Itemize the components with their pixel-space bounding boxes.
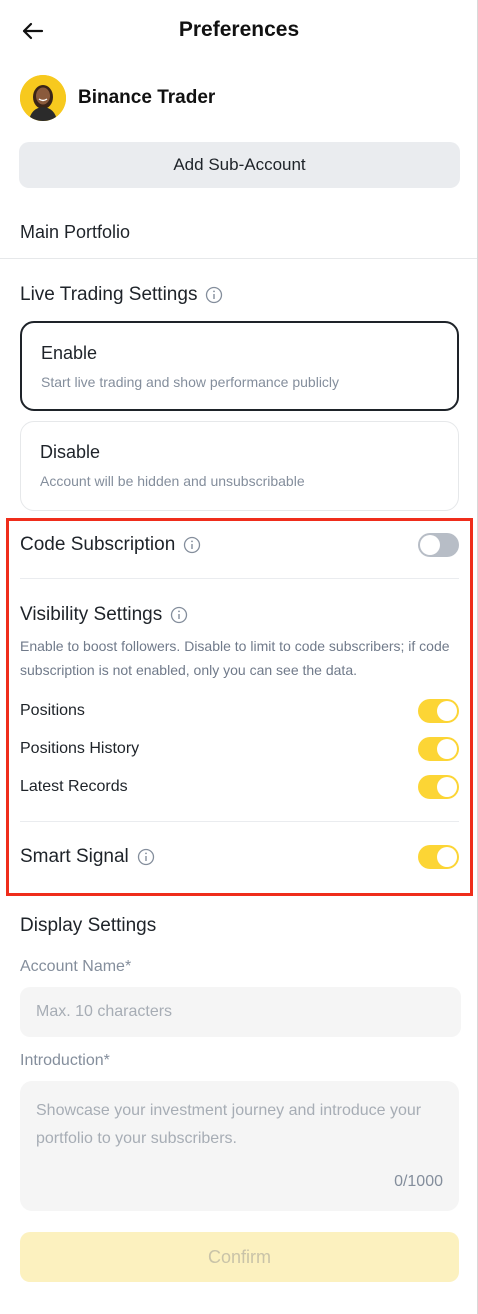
live-trading-disable-option[interactable]: Disable Account will be hidden and unsub… <box>20 421 459 511</box>
character-counter: 0/1000 <box>394 1173 443 1190</box>
divider <box>0 258 478 259</box>
positions-history-toggle[interactable] <box>418 737 459 761</box>
divider <box>20 821 459 822</box>
live-trading-enable-option[interactable]: Enable Start live trading and show perfo… <box>20 321 459 411</box>
header: Preferences <box>0 0 478 64</box>
option-description: Start live trading and show performance … <box>41 374 340 390</box>
toggle-knob <box>420 535 440 555</box>
toggle-knob <box>437 777 457 797</box>
smart-signal-row: Smart Signal <box>20 846 155 868</box>
positions-label: Positions <box>20 702 85 719</box>
avatar[interactable] <box>20 75 66 121</box>
info-icon[interactable] <box>183 536 201 554</box>
introduction-label: Introduction* <box>20 1052 110 1069</box>
portfolio-label: Main Portfolio <box>20 222 131 242</box>
divider <box>20 578 459 579</box>
visibility-settings-title: Visibility Settings <box>20 604 163 625</box>
info-icon[interactable] <box>137 848 155 866</box>
option-description: Account will be hidden and unsubscribabl… <box>40 473 305 489</box>
visibility-description: Enable to boost followers. Disable to li… <box>20 638 450 678</box>
latest-records-label: Latest Records <box>20 778 128 795</box>
toggle-knob <box>437 739 457 759</box>
smart-signal-toggle[interactable] <box>418 845 459 869</box>
smart-signal-title: Smart Signal <box>20 846 129 867</box>
info-icon[interactable] <box>170 606 188 624</box>
positions-toggle[interactable] <box>418 699 459 723</box>
positions-history-label: Positions History <box>20 740 140 757</box>
live-trading-title: Live Trading Settings <box>20 284 198 305</box>
latest-records-toggle[interactable] <box>418 775 459 799</box>
live-trading-section-title: Live Trading Settings <box>20 284 223 306</box>
add-sub-account-button[interactable]: Add Sub-Account <box>19 142 460 188</box>
introduction-textarea[interactable] <box>20 1081 459 1176</box>
display-settings-title: Display Settings <box>20 915 157 936</box>
code-subscription-toggle[interactable] <box>418 533 459 557</box>
confirm-button[interactable]: Confirm <box>20 1232 459 1282</box>
account-name-input[interactable] <box>20 987 461 1037</box>
account-name-label: Account Name* <box>20 958 132 975</box>
introduction-field: 0/1000 <box>20 1081 459 1211</box>
page-title: Preferences <box>178 18 300 41</box>
profile-name: Binance Trader <box>78 87 216 108</box>
option-title: Enable <box>41 343 98 363</box>
toggle-knob <box>437 701 457 721</box>
code-subscription-row: Code Subscription <box>20 534 201 556</box>
avatar-portrait-icon <box>20 75 66 121</box>
profile: Binance Trader <box>20 74 215 122</box>
option-title: Disable <box>40 442 101 462</box>
toggle-knob <box>437 847 457 867</box>
info-icon[interactable] <box>205 286 223 304</box>
code-subscription-title: Code Subscription <box>20 534 176 555</box>
visibility-settings-row: Visibility Settings <box>20 604 188 626</box>
